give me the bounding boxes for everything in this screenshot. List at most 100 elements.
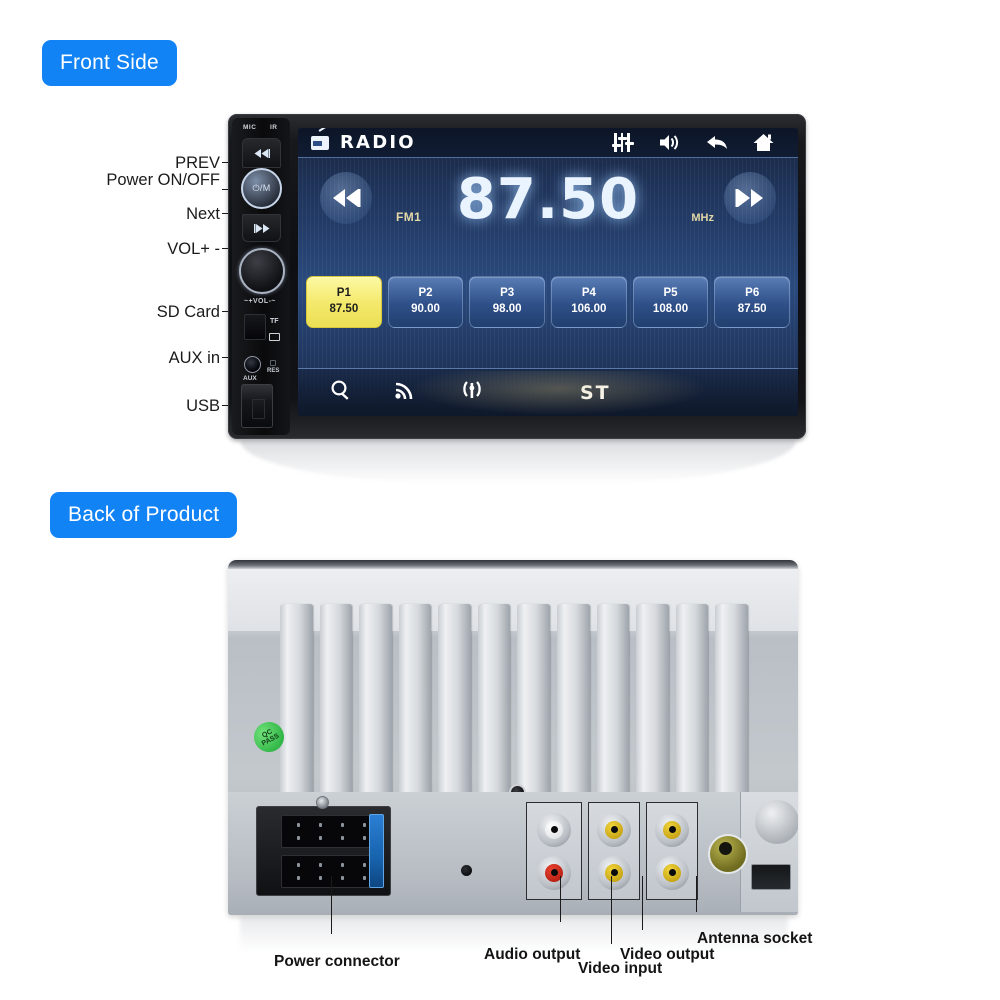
source-label: RADIO [340,132,416,153]
fast-forward-icon [253,223,269,233]
video-input-jacks[interactable] [588,802,640,900]
heatsink-fins [280,604,748,800]
search-icon[interactable] [330,379,352,406]
usb-port[interactable] [241,384,273,428]
heatsink-fin [280,604,313,800]
heatsink-fin [517,604,551,800]
preset-name: P4 [581,287,596,300]
callout-next: Next [186,205,220,223]
reset-button[interactable] [270,360,276,366]
leader-audio-output [560,876,561,922]
product-diagram-page: Front Side PREV Power ON/OFF Next VOL+ -… [0,0,1000,1000]
rca-jack-yellow[interactable] [655,855,689,890]
volume-knob[interactable] [239,248,285,294]
heatsink-fin [398,604,432,800]
section-badge-front-side: Front Side [42,40,177,86]
preset-frequency: 98.00 [492,303,522,315]
aux-label: AUX [243,375,257,382]
callout-volume: VOL+ - [167,240,220,258]
heatsink-fin [557,604,590,800]
callout-prev: PREV [175,154,220,172]
frequency-unit: MHz [691,212,714,224]
preset-frequency: 87.50 [329,303,359,315]
leader-power-connector [331,876,332,934]
rear-top-edge [228,560,798,569]
preset-frequency: 90.00 [411,303,440,315]
antenna-socket[interactable] [708,834,748,874]
rca-jack-white[interactable] [537,812,571,847]
reset-label: RES [267,368,280,374]
equalizer-icon[interactable] [611,133,634,152]
tf-label: TF [270,318,279,325]
back-icon[interactable] [706,133,727,152]
section-badge-back-of-product: Back of Product [50,492,238,538]
heatsink-fin [438,604,471,800]
preset-button[interactable]: P4 106.00 [551,276,627,328]
heatsink-fin [675,604,709,800]
screen-top-bar: RADIO [298,128,798,158]
audio-output-jacks[interactable] [526,802,582,900]
next-button[interactable] [242,214,281,242]
screen-bottom-bar: ST [298,368,798,416]
heatsink-fin [596,604,630,800]
sd-card-slot[interactable] [244,314,266,340]
label-power-connector: Power connector [274,953,400,970]
radio-icon [311,135,329,150]
stereo-indicator: ST [580,381,611,404]
sd-card-icon [269,333,280,341]
front-unit-reflection [240,440,796,484]
preset-button[interactable]: P5 108.00 [632,276,709,328]
rca-jack-yellow[interactable] [597,855,631,890]
fuse [369,814,384,888]
mic-label: MIC [243,124,257,131]
rca-jack-yellow[interactable] [597,812,631,847]
preset-name: P5 [663,287,678,300]
rca-jack-yellow[interactable] [655,812,689,847]
screen-next-button[interactable] [724,172,776,224]
heatsink-fin [715,604,748,800]
frequency-row: 87.50 FM1 MHz [298,158,798,266]
ir-label: IR [270,124,278,131]
aux-in-jack[interactable] [244,356,261,373]
rear-expansion-port[interactable] [751,864,791,890]
front-control-column: MIC IR ⏻/M ~+VOL-~ TF AUX RES [232,118,290,435]
home-icon[interactable] [753,133,774,152]
leader-video-input [611,876,612,944]
callout-sd-card: SD Card [156,303,220,321]
preset-button[interactable]: P1 87.50 [306,276,382,328]
volume-print-label: ~+VOL-~ [244,298,276,305]
preset-button[interactable]: P6 87.50 [714,276,791,328]
rss-icon[interactable] [394,379,416,406]
antenna-icon[interactable] [460,379,484,406]
chassis-screw [460,864,473,877]
heatsink-fin [636,604,669,800]
label-audio-output: Audio output [484,946,581,963]
power-button[interactable]: ⏻/M [241,168,282,209]
preset-name: P1 [336,287,351,300]
preset-frequency: 106.00 [571,303,607,315]
heatsink-fin [359,604,392,800]
preset-name: P3 [500,287,515,300]
preset-button[interactable]: P2 90.00 [387,276,464,328]
video-output-jacks[interactable] [646,802,698,900]
label-video-output: Video output [620,946,715,963]
touchscreen-display[interactable]: RADIO 87.50 FM1 MHz P1 87.50 P2 90.00 P3… [298,128,798,416]
preset-button[interactable]: P3 98.00 [469,276,546,328]
callout-power-on-off: Power ON/OFF [106,171,220,189]
rca-jack-red[interactable] [537,855,571,890]
heatsink-fin [319,604,353,800]
preset-frequency: 87.50 [737,303,767,315]
band-label: FM1 [396,210,422,224]
preset-frequency: 108.00 [652,303,689,315]
fast-forward-icon [735,189,763,207]
callout-usb: USB [186,397,220,415]
volume-icon[interactable] [659,133,680,152]
chassis-screw [316,796,329,809]
frequency-value: 87.50 [456,167,640,232]
head-unit-front: MIC IR ⏻/M ~+VOL-~ TF AUX RES RADIO 87.5… [228,114,806,439]
prev-button[interactable] [242,138,281,168]
preset-name: P6 [745,287,760,300]
power-button-label: ⏻/M [252,183,271,193]
preset-name: P2 [418,287,433,300]
rear-connector-panel [228,792,798,915]
